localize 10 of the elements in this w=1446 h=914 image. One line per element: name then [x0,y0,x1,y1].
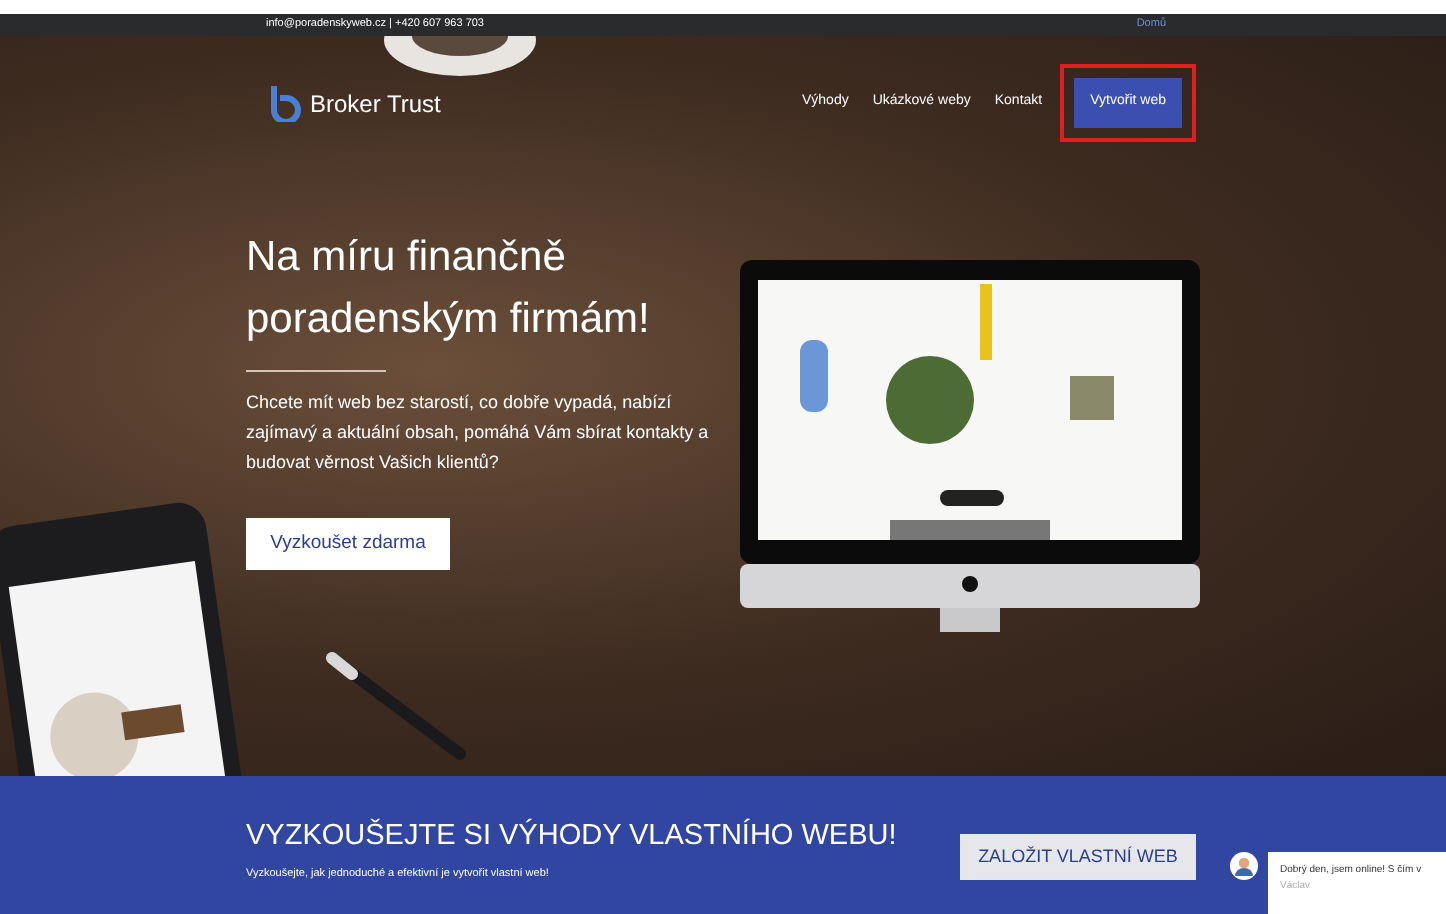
pen-drawing [324,650,468,762]
hero-heading: Na míru finančně poradenským firmám! [246,232,652,346]
try-free-button[interactable]: Vyzkoušet zdarma [246,518,450,570]
logo-icon [270,85,302,121]
create-own-web-button[interactable]: ZALOŽIT VLASTNÍ WEB [960,834,1196,880]
avatar-icon [1230,852,1258,880]
monitor-stand-drawing [940,608,1000,632]
logo-text: Broker Trust [310,87,441,121]
hero-description: Chcete mít web bez starostí, co dobře vypadá, nabízí zajímavý a aktuální obsah, pomáhá Vám sbírat kontakty a budovat věrnost Vašich klientů? [246,390,711,476]
cta-heading: VYZKOUŠEJTE SI VÝHODY VLASTNÍHO WEBU! [246,822,897,851]
